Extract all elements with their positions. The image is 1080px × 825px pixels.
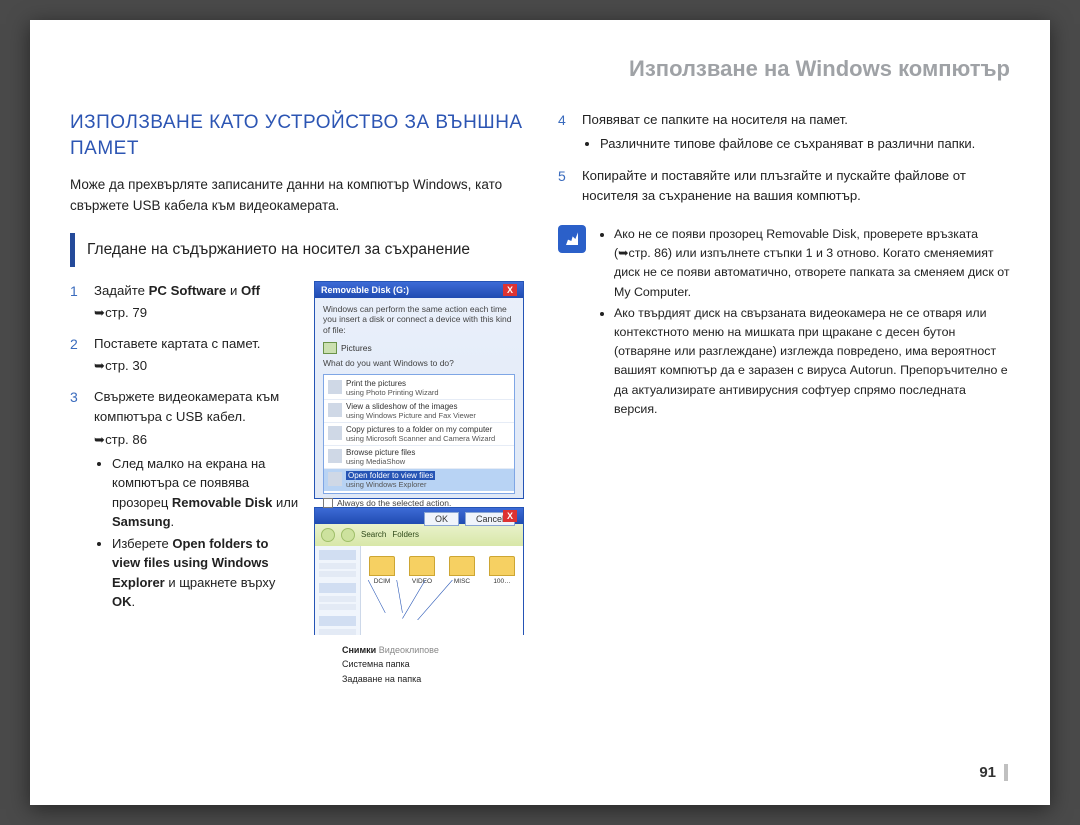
step-5: 5 Копирайте и поставяйте или плъзгайте и… — [558, 166, 1010, 207]
info-bullet-2: Ако твърдият диск на свързаната видеокам… — [614, 304, 1010, 419]
subsection-heading: Гледане на съдържанието на носител за съ… — [70, 233, 524, 267]
step-4-bullet: Различните типове файлове се съхраняват … — [600, 134, 1010, 154]
folder-icon — [449, 556, 475, 576]
dialog-option: View a slideshow of the imagesusing Wind… — [324, 400, 514, 423]
off-label: Off — [241, 283, 260, 298]
option-icon — [328, 426, 342, 440]
step-3-bullet-1: След малко на екрана на компютъра се поя… — [112, 454, 300, 532]
section-heading: ИЗПОЛЗВАНЕ КАТО УСТРОЙСТВО ЗА ВЪНШНА ПАМ… — [70, 110, 524, 161]
folder-icon — [369, 556, 395, 576]
step-2: 2 Поставете картата с памет. ➥стр. 30 — [70, 334, 300, 377]
step-text: Свържете видеокамерата към компютъра с U… — [94, 389, 279, 424]
dialog-question: What do you want Windows to do? — [323, 358, 515, 369]
option-icon — [328, 380, 342, 394]
page-ref-icon: ➥ — [94, 358, 105, 373]
removable-disk-dialog: Removable Disk (G:) X Windows can perfor… — [314, 281, 524, 499]
folder-item: VIDEO — [409, 556, 435, 585]
step-text: Задайте — [94, 283, 149, 298]
page-ref-icon: ➥ — [94, 305, 105, 320]
step-text: Копирайте и поставяйте или плъзгайте и п… — [582, 168, 966, 203]
folder-icon — [409, 556, 435, 576]
folder-item: DCIM — [369, 556, 395, 585]
dialog-option: Browse picture filesusing MediaShow — [324, 446, 514, 469]
explorer-side-pane — [315, 546, 361, 635]
step-number: 2 — [70, 334, 86, 377]
step-text: Поставете картата с памет. — [94, 336, 260, 351]
step-number: 5 — [558, 166, 574, 207]
forward-icon — [341, 528, 355, 542]
info-bullet-1: Ако не се появи прозорец Removable Disk,… — [614, 225, 1010, 302]
option-icon — [328, 403, 342, 417]
step-text: Появяват се папките на носителя на памет… — [582, 112, 848, 127]
explorer-toolbar: Search Folders — [315, 524, 523, 546]
pictures-icon — [323, 342, 337, 354]
pc-software-label: PC Software — [149, 283, 227, 298]
step-number: 1 — [70, 281, 86, 324]
step-4: 4 Появяват се папките на носителя на пам… — [558, 110, 1010, 156]
step-number: 3 — [70, 387, 86, 614]
callout-lines — [361, 580, 465, 620]
folder-item: 100… — [489, 556, 515, 585]
page-number: 91 — [979, 764, 1008, 781]
step-3-bullet-2: Изберете Open folders to view files usin… — [112, 534, 300, 612]
close-icon: X — [503, 284, 517, 296]
dialog-option-selected: Open folder to view filesusing Windows E… — [324, 469, 514, 491]
folder-icon — [489, 556, 515, 576]
folder-item: MISC — [449, 556, 475, 585]
info-icon — [558, 225, 586, 253]
explorer-file-area: DCIM VIDEO MISC 100… — [361, 546, 523, 635]
checkbox-icon — [323, 498, 333, 508]
page-ref: стр. 30 — [105, 358, 147, 373]
page-ref: стр. 79 — [105, 305, 147, 320]
ok-button: OK — [424, 512, 459, 526]
chapter-title: Използване на Windows компютър — [70, 56, 1010, 82]
dialog-desc: Windows can perform the same action each… — [323, 304, 515, 336]
option-icon — [328, 449, 342, 463]
dialog-option: Copy pictures to a folder on my computer… — [324, 423, 514, 446]
dialog-title: Removable Disk (G:) — [321, 285, 409, 295]
dialog-option: Print the picturesusing Photo Printing W… — [324, 377, 514, 400]
lead-paragraph: Може да прехвърляте записаните данни на … — [70, 175, 524, 217]
dialog-option-list: Print the picturesusing Photo Printing W… — [323, 374, 515, 494]
page-ref: стр. 86 — [105, 432, 147, 447]
info-note: Ако не се появи прозорец Removable Disk,… — [558, 225, 1010, 421]
close-icon: X — [503, 510, 517, 522]
step-1: 1 Задайте PC Software и Off ➥стр. 79 — [70, 281, 300, 324]
step-3: 3 Свържете видеокамерата към компютъра с… — [70, 387, 300, 614]
figure-captions: Снимки Видеоклипове Системна папка Задав… — [342, 643, 524, 686]
option-icon — [328, 472, 342, 486]
step-number: 4 — [558, 110, 574, 156]
page-ref-icon: ➥ — [94, 432, 105, 447]
back-icon — [321, 528, 335, 542]
